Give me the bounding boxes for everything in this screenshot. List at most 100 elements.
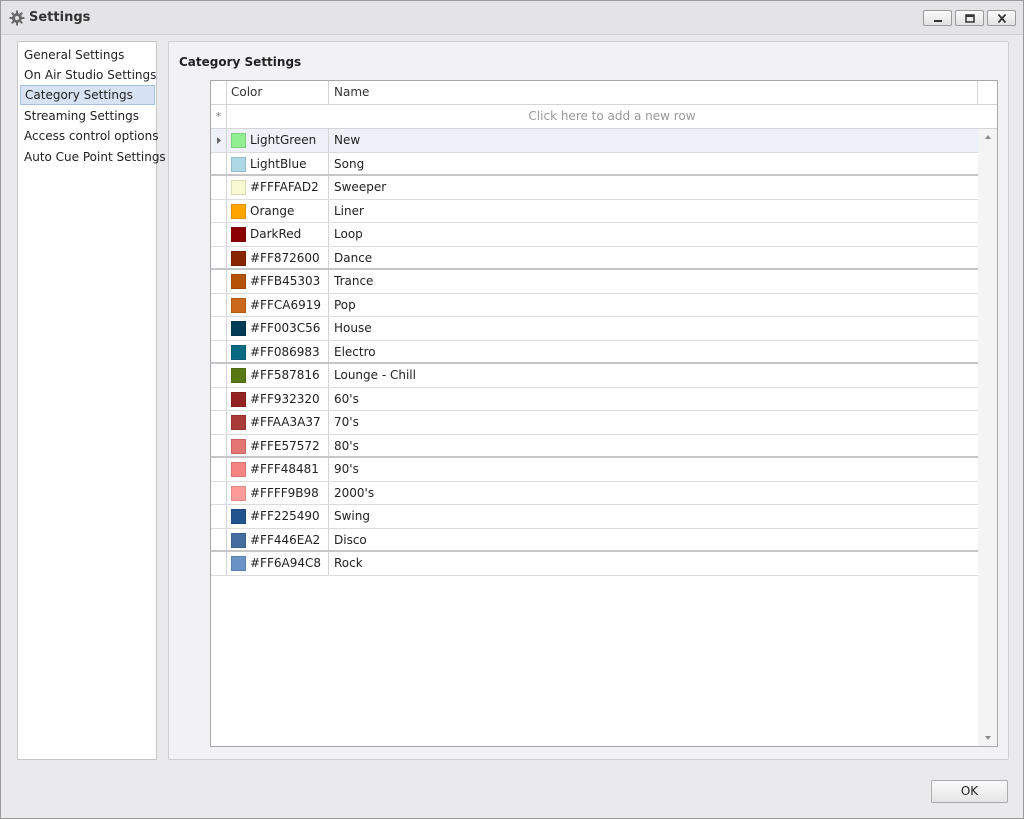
row-indicator[interactable] [211,528,227,550]
name-cell[interactable]: 70's [329,411,359,434]
row-indicator[interactable] [211,411,227,434]
table-row[interactable]: #FFFF9B98 2000's [211,481,978,505]
sidebar-item-category-settings[interactable]: Category Settings [20,85,155,105]
vertical-scrollbar[interactable] [978,129,997,746]
color-swatch [231,156,246,172]
name-cell[interactable]: House [329,317,372,340]
scroll-down-icon[interactable] [985,736,991,740]
row-indicator[interactable] [211,434,227,456]
color-cell[interactable]: #FFFF9B98 [227,481,329,504]
sidebar-item-auto-cue-point-settings[interactable]: Auto Cue Point Settings [20,147,166,167]
table-row[interactable]: LightGreen New [211,129,978,153]
color-cell[interactable]: #FF225490 [227,505,329,528]
new-row[interactable]: * Click here to add a new row [211,105,997,129]
table-row[interactable]: #FF225490 Swing [211,505,978,529]
color-cell[interactable]: #FF932320 [227,387,329,410]
table-row[interactable]: #FF932320 60's [211,387,978,411]
name-cell[interactable]: Liner [329,200,364,223]
table-row[interactable]: #FF446EA2 Disco [211,528,978,552]
color-cell[interactable]: #FF6A94C8 [227,552,329,575]
color-cell[interactable]: #FF446EA2 [227,528,329,550]
color-cell[interactable]: LightGreen [227,129,329,152]
name-cell[interactable]: Dance [329,247,372,270]
table-row[interactable]: #FF003C56 House [211,317,978,341]
name-cell[interactable]: New [329,129,360,152]
name-cell[interactable]: 60's [329,388,359,411]
table-row[interactable]: #FFCA6919 Pop [211,293,978,317]
table-row[interactable]: Orange Liner [211,199,978,223]
table-row[interactable]: #FFB45303 Trance [211,270,978,294]
name-cell[interactable]: 2000's [329,482,374,505]
row-indicator[interactable] [211,505,227,528]
row-indicator[interactable] [211,317,227,340]
table-row[interactable]: #FFAA3A37 70's [211,411,978,435]
window-title: Settings [29,10,91,25]
name-cell[interactable]: Swing [329,505,370,528]
color-label: Orange [250,203,295,218]
table-row[interactable]: LightBlue Song [211,152,978,176]
table-row[interactable]: DarkRed Loop [211,223,978,247]
color-cell[interactable]: #FFAA3A37 [227,411,329,434]
row-indicator[interactable] [211,340,227,362]
name-cell[interactable]: Disco [329,529,367,552]
row-indicator[interactable] [211,364,227,387]
sidebar-item-access-control-options[interactable]: Access control options [20,126,159,146]
name-cell[interactable]: Sweeper [329,176,386,199]
close-button[interactable] [987,10,1016,26]
row-indicator[interactable] [211,481,227,504]
name-cell[interactable]: Lounge - Chill [329,364,416,387]
minimize-icon [934,20,942,22]
color-cell[interactable]: DarkRed [227,223,329,246]
name-cell[interactable]: Song [329,153,364,176]
color-cell[interactable]: #FFB45303 [227,270,329,293]
row-indicator[interactable] [211,270,227,293]
color-cell[interactable]: LightBlue [227,152,329,174]
name-cell[interactable]: Loop [329,223,363,246]
row-indicator[interactable] [211,293,227,316]
sidebar-item-on-air-studio-settings[interactable]: On Air Studio Settings [20,65,156,85]
name-cell[interactable]: 80's [329,435,359,458]
sidebar-item-general-settings[interactable]: General Settings [20,45,155,65]
table-row[interactable]: #FFF48481 90's [211,458,978,482]
scroll-up-icon[interactable] [985,135,991,139]
name-cell[interactable]: Pop [329,294,356,317]
color-cell[interactable]: #FF587816 [227,364,329,387]
row-indicator[interactable] [211,199,227,222]
table-row[interactable]: #FF872600 Dance [211,246,978,270]
table-row[interactable]: #FFFAFAD2 Sweeper [211,176,978,200]
column-header-color[interactable]: Color [227,81,329,104]
table-row[interactable]: #FF086983 Electro [211,340,978,364]
color-swatch [231,462,246,477]
name-cell[interactable]: 90's [329,458,359,481]
color-cell[interactable]: #FF086983 [227,340,329,362]
color-cell[interactable]: #FFFAFAD2 [227,176,329,199]
name-cell[interactable]: Rock [329,552,363,575]
color-cell[interactable]: #FFE57572 [227,434,329,456]
column-header-name[interactable]: Name [329,81,978,104]
table-row[interactable]: #FFE57572 80's [211,434,978,458]
row-indicator[interactable] [211,129,227,152]
table-row[interactable]: #FF587816 Lounge - Chill [211,364,978,388]
ok-button[interactable]: OK [931,780,1008,803]
new-row-placeholder[interactable]: Click here to add a new row [227,105,997,128]
color-cell[interactable]: Orange [227,199,329,222]
row-indicator[interactable] [211,552,227,575]
grid-rows: LightGreen New LightBlue Song #FFFAFAD2 Sweep… [211,129,978,576]
row-indicator[interactable] [211,223,227,246]
table-row[interactable]: #FF6A94C8 Rock [211,552,978,576]
color-cell[interactable]: #FF003C56 [227,317,329,340]
row-indicator[interactable] [211,387,227,410]
minimize-button[interactable] [923,10,952,26]
name-cell[interactable]: Electro [329,341,376,364]
color-cell[interactable]: #FFF48481 [227,458,329,481]
color-cell[interactable]: #FF872600 [227,246,329,268]
sidebar-item-streaming-settings[interactable]: Streaming Settings [20,106,155,126]
color-cell[interactable]: #FFCA6919 [227,293,329,316]
color-label: #FFFF9B98 [250,485,319,500]
row-indicator[interactable] [211,246,227,268]
name-cell[interactable]: Trance [329,270,373,293]
row-indicator[interactable] [211,152,227,174]
row-indicator[interactable] [211,458,227,481]
maximize-button[interactable] [955,10,984,26]
row-indicator[interactable] [211,176,227,199]
